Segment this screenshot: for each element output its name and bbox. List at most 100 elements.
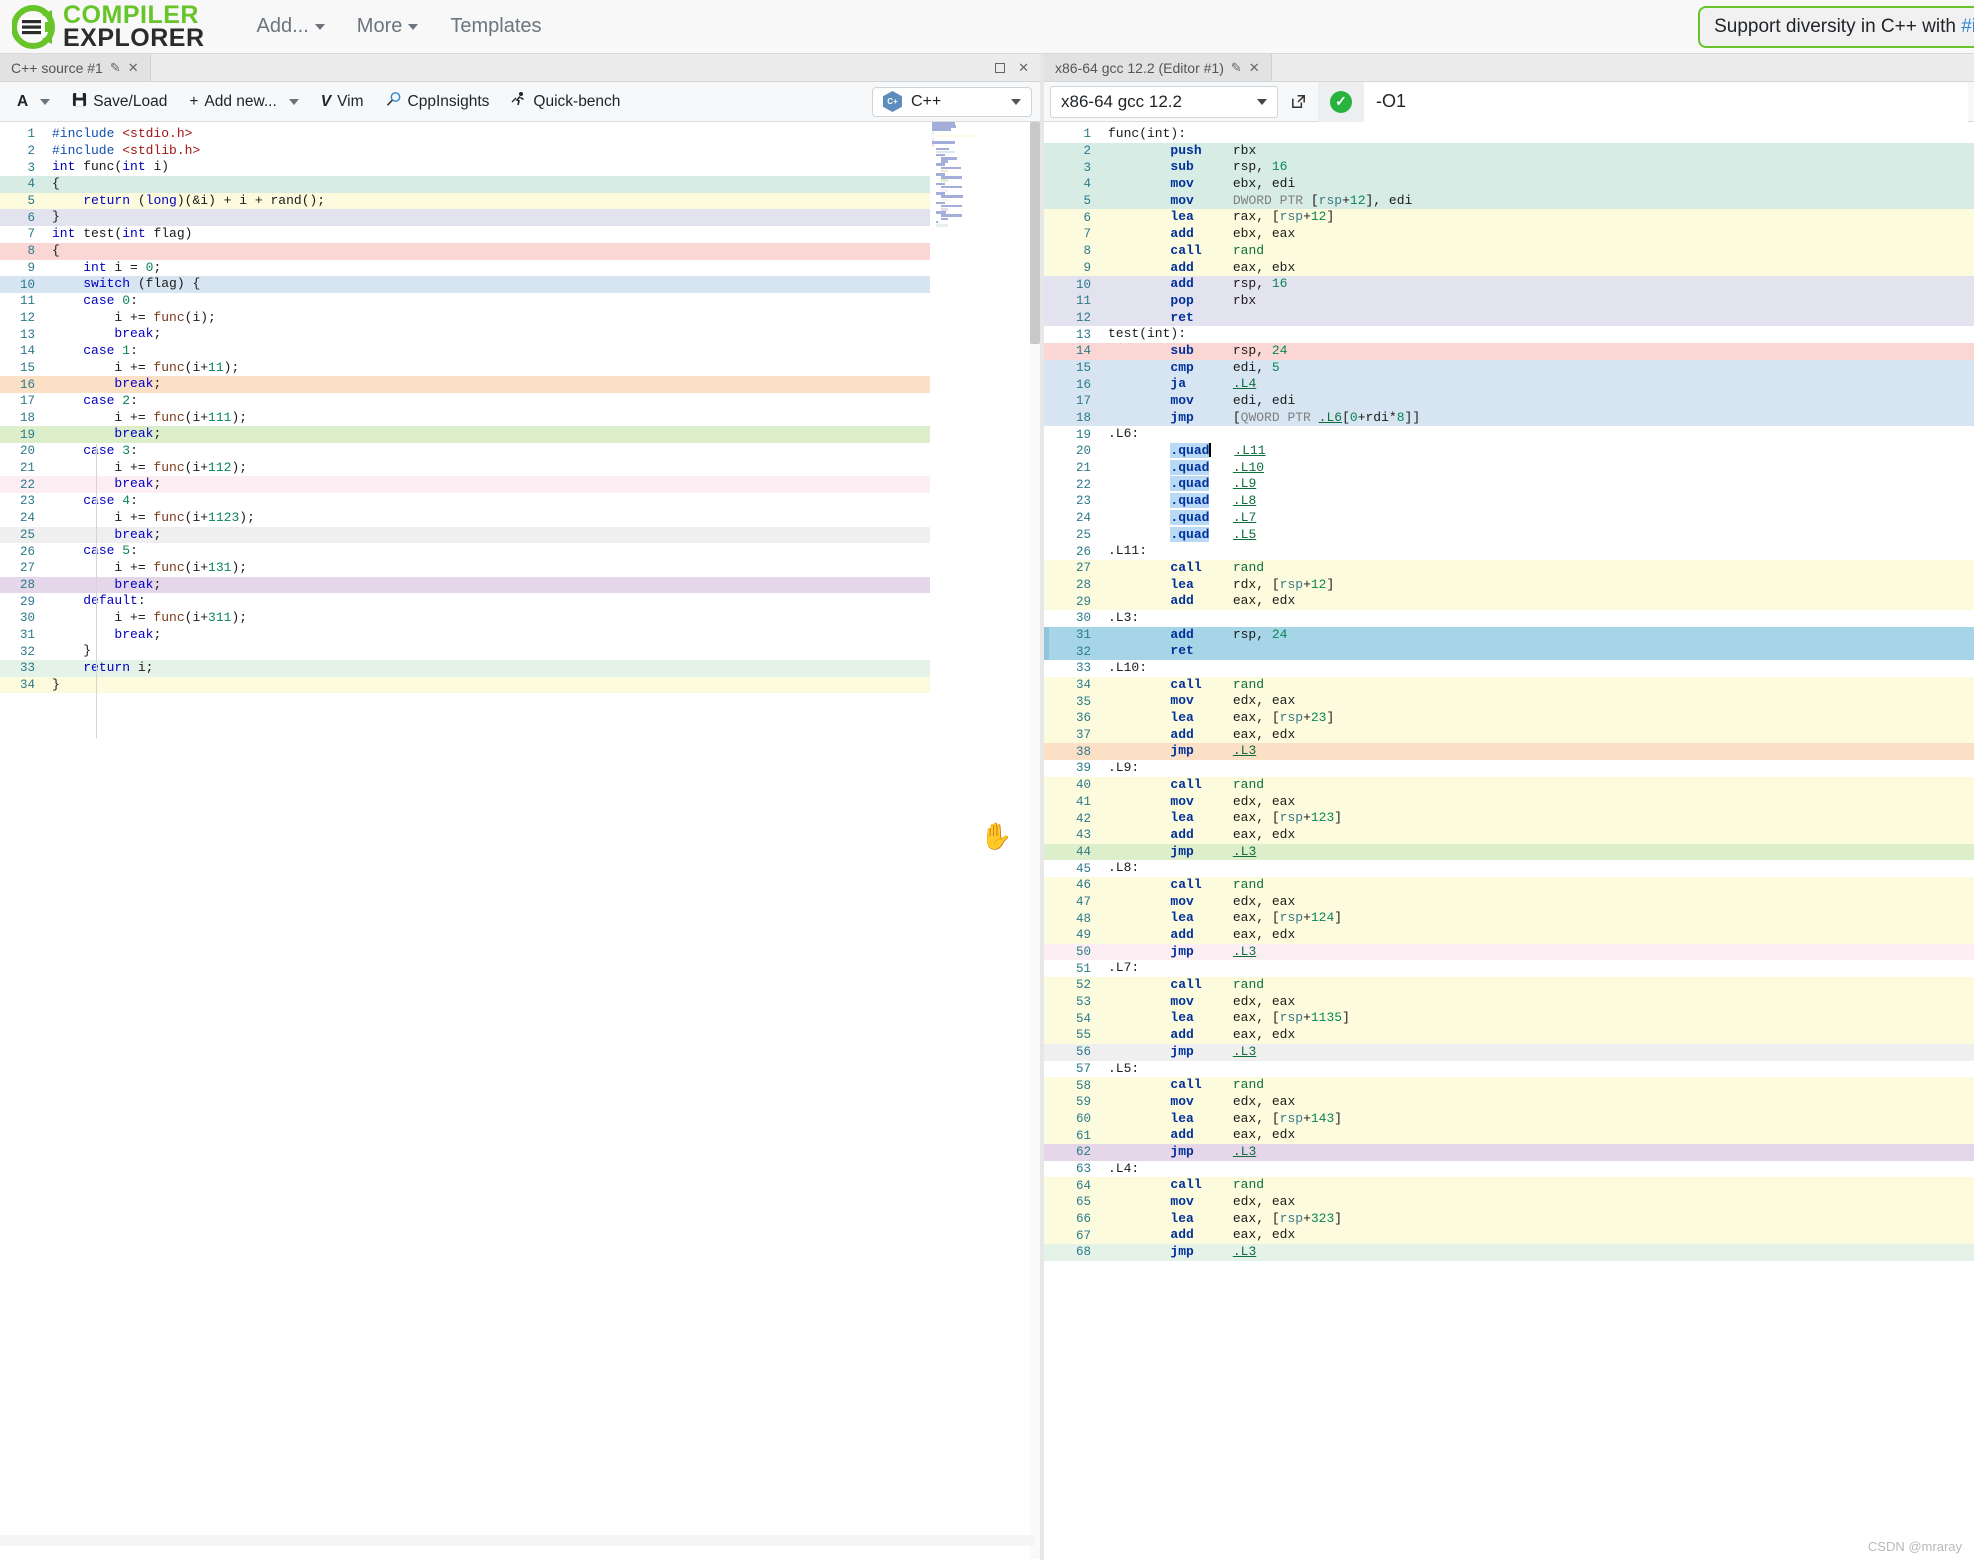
code-line[interactable]: 18 jmp [QWORD PTR .L6[0+rdi*8]] bbox=[1044, 410, 1974, 427]
code-line[interactable]: 6 lea rax, [rsp+12] bbox=[1044, 209, 1974, 226]
code-line[interactable]: 27 call rand bbox=[1044, 560, 1974, 577]
sponsor-banner[interactable]: Support diversity in C++ with #i bbox=[1698, 6, 1974, 48]
code-line[interactable]: 14 case 1: bbox=[0, 343, 930, 360]
compiler-options-input[interactable] bbox=[1364, 82, 1968, 122]
code-line[interactable]: 14 sub rsp, 24 bbox=[1044, 343, 1974, 360]
compiler-selector[interactable]: x86-64 gcc 12.2 bbox=[1050, 86, 1278, 118]
code-line[interactable]: 39.L9: bbox=[1044, 760, 1974, 777]
code-line[interactable]: 12 ret bbox=[1044, 310, 1974, 327]
language-selector[interactable]: C+ C++ bbox=[872, 87, 1032, 117]
code-line[interactable]: 31 break; bbox=[0, 627, 930, 644]
pencil-icon[interactable]: ✎ bbox=[1231, 61, 1242, 74]
code-line[interactable]: 42 lea eax, [rsp+123] bbox=[1044, 810, 1974, 827]
code-line[interactable]: 67 add eax, edx bbox=[1044, 1227, 1974, 1244]
code-line[interactable]: 33 return i; bbox=[0, 660, 930, 677]
brand-logo[interactable]: COMPILER EXPLORER bbox=[12, 4, 205, 50]
source-horizontal-scrollbar[interactable] bbox=[0, 1535, 1035, 1546]
code-line[interactable]: 45.L8: bbox=[1044, 860, 1974, 877]
code-line[interactable]: 26.L11: bbox=[1044, 543, 1974, 560]
close-pane-icon[interactable]: ✕ bbox=[1018, 60, 1029, 76]
code-line[interactable]: 62 jmp .L3 bbox=[1044, 1144, 1974, 1161]
code-line[interactable]: 32 } bbox=[0, 643, 930, 660]
assembly-output-area[interactable]: 1func(int):2 push rbx3 sub rsp, 164 mov … bbox=[1044, 122, 1974, 1559]
code-line[interactable]: 17 case 2: bbox=[0, 393, 930, 410]
code-line[interactable]: 15 i += func(i+11); bbox=[0, 360, 930, 377]
code-line[interactable]: 30 i += func(i+311); bbox=[0, 610, 930, 627]
code-line[interactable]: 24 .quad .L7 bbox=[1044, 510, 1974, 527]
save-load-button[interactable]: Save/Load bbox=[63, 87, 176, 117]
code-line[interactable]: 49 add eax, edx bbox=[1044, 927, 1974, 944]
code-line[interactable]: 60 lea eax, [rsp+143] bbox=[1044, 1111, 1974, 1128]
code-line[interactable]: 25 .quad .L5 bbox=[1044, 527, 1974, 544]
code-line[interactable]: 63.L4: bbox=[1044, 1161, 1974, 1178]
code-line[interactable]: 11 case 0: bbox=[0, 293, 930, 310]
source-code-area[interactable]: 1#include <stdio.h>2#include <stdlib.h>3… bbox=[0, 122, 1040, 1559]
code-line[interactable]: 9 add eax, ebx bbox=[1044, 260, 1974, 277]
code-line[interactable]: 4{ bbox=[0, 176, 930, 193]
code-line[interactable]: 18 i += func(i+111); bbox=[0, 410, 930, 427]
nav-item-templates[interactable]: Templates bbox=[434, 9, 557, 44]
maximize-icon[interactable] bbox=[995, 63, 1005, 73]
code-line[interactable]: 32 ret bbox=[1044, 643, 1974, 660]
code-line[interactable]: 11 pop rbx bbox=[1044, 293, 1974, 310]
code-line[interactable]: 65 mov edx, eax bbox=[1044, 1194, 1974, 1211]
code-line[interactable]: 46 call rand bbox=[1044, 877, 1974, 894]
code-line[interactable]: 41 mov edx, eax bbox=[1044, 794, 1974, 811]
code-line[interactable]: 13 break; bbox=[0, 326, 930, 343]
code-line[interactable]: 24 i += func(i+1123); bbox=[0, 510, 930, 527]
code-line[interactable]: 34} bbox=[0, 677, 930, 694]
font-size-button[interactable]: A bbox=[8, 88, 59, 116]
code-line[interactable]: 19 break; bbox=[0, 426, 930, 443]
code-line[interactable]: 58 call rand bbox=[1044, 1077, 1974, 1094]
code-line[interactable]: 16 ja .L4 bbox=[1044, 376, 1974, 393]
code-line[interactable]: 20 .quad .L11 bbox=[1044, 443, 1974, 460]
nav-item-add[interactable]: Add... bbox=[241, 9, 341, 44]
code-line[interactable]: 20 case 3: bbox=[0, 443, 930, 460]
code-line[interactable]: 61 add eax, edx bbox=[1044, 1127, 1974, 1144]
code-line[interactable]: 59 mov edx, eax bbox=[1044, 1094, 1974, 1111]
code-line[interactable]: 4 mov ebx, edi bbox=[1044, 176, 1974, 193]
code-line[interactable]: 7 add ebx, eax bbox=[1044, 226, 1974, 243]
code-line[interactable]: 54 lea eax, [rsp+1135] bbox=[1044, 1010, 1974, 1027]
code-line[interactable]: 8 call rand bbox=[1044, 243, 1974, 260]
scrollbar-thumb[interactable] bbox=[1030, 122, 1040, 344]
code-line[interactable]: 55 add eax, edx bbox=[1044, 1027, 1974, 1044]
code-line[interactable]: 57.L5: bbox=[1044, 1061, 1974, 1078]
code-line[interactable]: 36 lea eax, [rsp+23] bbox=[1044, 710, 1974, 727]
close-icon[interactable]: ✕ bbox=[128, 61, 139, 74]
code-line[interactable]: 23 .quad .L8 bbox=[1044, 493, 1974, 510]
add-new-button[interactable]: + Add new... bbox=[180, 88, 307, 116]
nav-item-more[interactable]: More bbox=[341, 9, 435, 44]
code-line[interactable]: 28 lea rdx, [rsp+12] bbox=[1044, 577, 1974, 594]
code-line[interactable]: 34 call rand bbox=[1044, 677, 1974, 694]
code-line[interactable]: 30.L3: bbox=[1044, 610, 1974, 627]
code-line[interactable]: 51.L7: bbox=[1044, 960, 1974, 977]
pencil-icon[interactable]: ✎ bbox=[110, 61, 121, 74]
code-line[interactable]: 52 call rand bbox=[1044, 977, 1974, 994]
code-line[interactable]: 23 case 4: bbox=[0, 493, 930, 510]
code-line[interactable]: 9 int i = 0; bbox=[0, 260, 930, 277]
code-line[interactable]: 56 jmp .L3 bbox=[1044, 1044, 1974, 1061]
code-line[interactable]: 5 return (long)(&i) + i + rand(); bbox=[0, 193, 930, 210]
code-line[interactable]: 1#include <stdio.h> bbox=[0, 126, 930, 143]
code-line[interactable]: 27 i += func(i+131); bbox=[0, 560, 930, 577]
sponsor-link[interactable]: #i bbox=[1961, 16, 1974, 37]
tab-cpp-source-1[interactable]: C++ source #1 ✎ ✕ bbox=[0, 54, 151, 81]
source-minimap[interactable] bbox=[930, 122, 982, 272]
code-line[interactable]: 31 add rsp, 24 bbox=[1044, 627, 1974, 644]
code-line[interactable]: 29 add eax, edx bbox=[1044, 593, 1974, 610]
code-line[interactable]: 38 jmp .L3 bbox=[1044, 743, 1974, 760]
code-line[interactable]: 3int func(int i) bbox=[0, 159, 930, 176]
code-line[interactable]: 22 break; bbox=[0, 476, 930, 493]
code-line[interactable]: 68 jmp .L3 bbox=[1044, 1244, 1974, 1261]
tab-x86-64-gcc[interactable]: x86-64 gcc 12.2 (Editor #1) ✎ ✕ bbox=[1044, 54, 1272, 81]
source-vertical-scrollbar[interactable] bbox=[1030, 122, 1040, 1559]
code-line[interactable]: 43 add eax, edx bbox=[1044, 827, 1974, 844]
code-line[interactable]: 2 push rbx bbox=[1044, 143, 1974, 160]
code-line[interactable]: 13test(int): bbox=[1044, 326, 1974, 343]
code-line[interactable]: 47 mov edx, eax bbox=[1044, 894, 1974, 911]
code-line[interactable]: 28 break; bbox=[0, 577, 930, 594]
code-line[interactable]: 50 jmp .L3 bbox=[1044, 944, 1974, 961]
code-line[interactable]: 21 i += func(i+112); bbox=[0, 460, 930, 477]
code-line[interactable]: 5 mov DWORD PTR [rsp+12], edi bbox=[1044, 193, 1974, 210]
